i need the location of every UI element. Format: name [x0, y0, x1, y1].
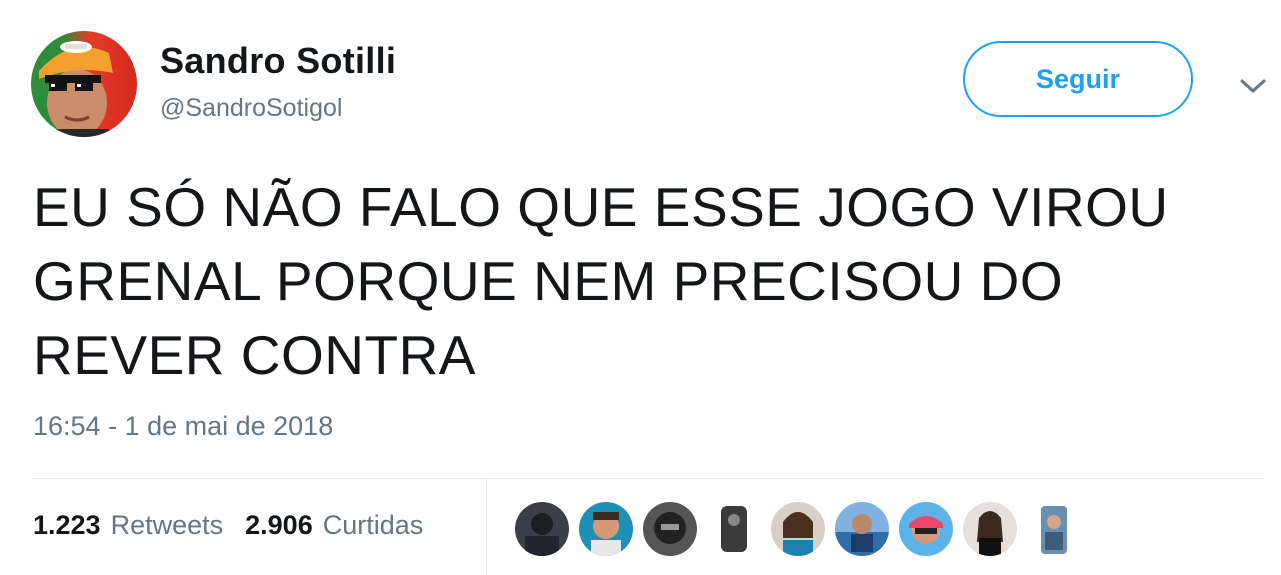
- liker-avatar[interactable]: [643, 502, 697, 556]
- user-display-name[interactable]: Sandro Sotilli: [160, 40, 396, 82]
- follow-button[interactable]: Seguir: [963, 41, 1193, 117]
- chevron-down-icon: [1240, 79, 1266, 93]
- stats-divider-vertical: [486, 479, 487, 575]
- avatar-photo-icon: [39, 41, 113, 137]
- liker-avatar[interactable]: [835, 502, 889, 556]
- likes-stat[interactable]: 2.906 Curtidas: [245, 510, 423, 541]
- tweet-stats: 1.223 Retweets 2.906 Curtidas: [33, 510, 423, 541]
- liker-avatar[interactable]: [515, 502, 569, 556]
- liker-avatar[interactable]: [899, 502, 953, 556]
- liker-avatar[interactable]: [963, 502, 1017, 556]
- more-options-button[interactable]: [1236, 73, 1270, 99]
- retweets-stat[interactable]: 1.223 Retweets: [33, 510, 223, 541]
- liker-avatar[interactable]: [1027, 502, 1081, 556]
- user-handle[interactable]: @SandroSotigol: [160, 94, 342, 123]
- liker-avatar[interactable]: [771, 502, 825, 556]
- user-avatar[interactable]: [31, 31, 137, 137]
- retweets-label: Retweets: [110, 510, 224, 540]
- likes-count: 2.906: [245, 510, 313, 540]
- liker-avatar[interactable]: [579, 502, 633, 556]
- likes-label: Curtidas: [322, 510, 424, 540]
- liker-avatar[interactable]: [707, 502, 761, 556]
- tweet-timestamp[interactable]: 16:54 - 1 de mai de 2018: [33, 411, 333, 442]
- retweets-count: 1.223: [33, 510, 101, 540]
- stats-divider-top: [33, 478, 1263, 479]
- tweet-text: EU SÓ NÃO FALO QUE ESSE JOGO VIROU GRENA…: [33, 176, 1169, 386]
